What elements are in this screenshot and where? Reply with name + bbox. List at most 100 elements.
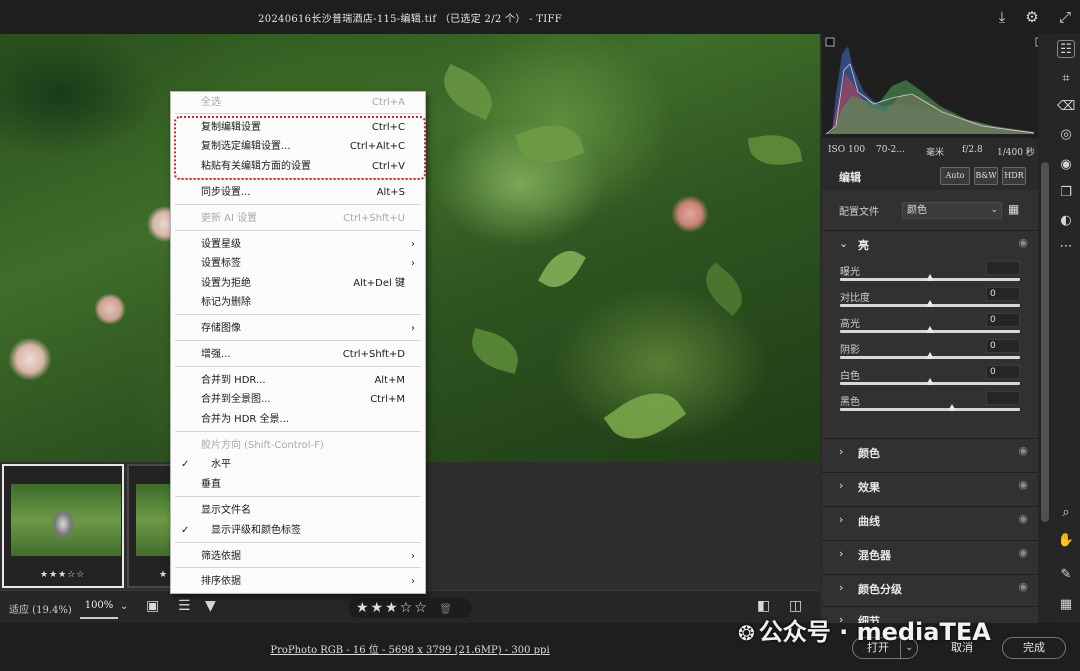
slider-value-field[interactable] bbox=[986, 261, 1020, 275]
auto-button[interactable]: Auto bbox=[940, 167, 970, 185]
gear-icon[interactable]: ⚙ bbox=[1023, 8, 1041, 26]
eye-icon[interactable]: ◉ bbox=[1018, 512, 1028, 525]
slider-track[interactable] bbox=[840, 408, 1020, 411]
menu-item[interactable]: 合并为 HDR 全景... bbox=[171, 411, 425, 429]
menu-item-label: 增强... bbox=[201, 349, 231, 360]
expand-icon[interactable]: ⤢ bbox=[1056, 8, 1074, 26]
eye-icon[interactable]: ◉ bbox=[1018, 580, 1028, 593]
zoom-100-button[interactable]: 100% bbox=[80, 595, 118, 619]
menu-item[interactable]: ✓ 水平 bbox=[171, 456, 425, 474]
section-light[interactable]: ⌄ 亮 ◉ bbox=[822, 230, 1038, 256]
section-collapsed[interactable]: › 颜色 ◉ bbox=[822, 438, 1038, 464]
leaf-shape bbox=[747, 129, 803, 171]
menu-item[interactable]: 垂直 bbox=[171, 476, 425, 494]
filmstrip-view-icon[interactable]: ▣ bbox=[146, 598, 159, 614]
menu-item[interactable]: 同步设置... Alt+S bbox=[171, 184, 425, 202]
thumbnail-rating: ★ bbox=[159, 570, 169, 580]
thumbnail-1[interactable]: ★★★☆☆ bbox=[2, 464, 124, 588]
chevron-right-icon: › bbox=[839, 445, 844, 458]
export-icon[interactable]: ⤓ bbox=[993, 8, 1011, 26]
edit-sliders-icon[interactable]: ☷ bbox=[1057, 40, 1075, 58]
section-collapsed[interactable]: › 效果 ◉ bbox=[822, 472, 1038, 498]
eye-icon[interactable]: ◉ bbox=[1018, 478, 1028, 491]
slider-row: 曝光 bbox=[822, 261, 1038, 289]
grid-icon[interactable]: ▦ bbox=[1057, 596, 1075, 614]
menu-item[interactable]: 合并到 HDR... Alt+M bbox=[171, 372, 425, 390]
menu-item-shortcut: Ctrl+Shft+D bbox=[342, 349, 405, 360]
masking-icon[interactable]: ◐ bbox=[1057, 212, 1075, 230]
menu-item[interactable]: 增强... Ctrl+Shft+D bbox=[171, 346, 425, 364]
eye-icon[interactable]: ◉ bbox=[1018, 444, 1028, 457]
histogram-graph bbox=[825, 37, 1038, 135]
sort-icon[interactable]: ☰ bbox=[178, 598, 191, 614]
delete-icon[interactable]: 🗑 bbox=[439, 604, 454, 615]
presets-icon[interactable]: ❐ bbox=[1057, 184, 1075, 202]
menu-item-label: 合并到全景图... bbox=[201, 394, 271, 405]
slider-knob[interactable] bbox=[926, 352, 934, 359]
slider-knob[interactable] bbox=[947, 404, 956, 411]
zoom-icon[interactable]: ⌕ bbox=[1057, 504, 1075, 522]
menu-item[interactable]: 合并到全景图... Ctrl+M bbox=[171, 391, 425, 409]
histogram bbox=[822, 34, 1038, 138]
menu-item[interactable]: 显示文件名 bbox=[171, 502, 425, 520]
filter-icon[interactable]: ▼ bbox=[205, 598, 216, 614]
workflow-options-link[interactable]: ProPhoto RGB - 16 位 - 5698 x 3799 (21.6M… bbox=[0, 641, 820, 656]
menu-item[interactable]: 设置为拒绝 Alt+Del 键 bbox=[171, 275, 425, 293]
eye-icon[interactable]: ◉ bbox=[1018, 236, 1028, 249]
menu-item[interactable]: 标记为删除 bbox=[171, 294, 425, 312]
profile-browser-icon[interactable]: ▦ bbox=[1008, 202, 1019, 216]
rating-control[interactable]: ★★★☆☆ 🗑 bbox=[348, 598, 472, 618]
chevron-down-icon[interactable]: ⌄ bbox=[120, 601, 128, 612]
fit-zoom-button[interactable]: 适应 (19.4%) bbox=[9, 601, 72, 616]
menu-item: 更新 AI 设置 Ctrl+Shft+U bbox=[171, 210, 425, 228]
hand-icon[interactable]: ✋ bbox=[1057, 532, 1075, 550]
hdr-button[interactable]: HDR bbox=[1002, 167, 1026, 185]
menu-separator bbox=[175, 496, 421, 497]
section-collapsed[interactable]: › 颜色分级 ◉ bbox=[822, 574, 1038, 600]
more-icon[interactable]: ⋯ bbox=[1057, 238, 1075, 256]
slider-knob[interactable] bbox=[926, 274, 934, 281]
eye-icon[interactable]: ◉ bbox=[1018, 546, 1028, 559]
menu-item[interactable]: 设置标签 › bbox=[171, 255, 425, 273]
eraser-icon[interactable]: ⌫ bbox=[1057, 98, 1075, 116]
menu-item[interactable]: 存储图像 › bbox=[171, 320, 425, 338]
profile-select[interactable]: 颜色 ⌄ bbox=[902, 202, 1002, 219]
chevron-right-icon: › bbox=[411, 551, 415, 562]
healing-icon[interactable]: ◎ bbox=[1057, 126, 1075, 144]
focal-length: 70-2... bbox=[876, 145, 905, 155]
done-button[interactable]: 完成 bbox=[1002, 637, 1066, 659]
eyedropper-icon[interactable]: ✎ bbox=[1057, 566, 1075, 584]
menu-item[interactable]: 设置星级 › bbox=[171, 236, 425, 254]
menu-item[interactable]: ✓ 显示评级和颜色标签 bbox=[171, 522, 425, 540]
slider-knob[interactable] bbox=[926, 378, 934, 385]
slider-value-field[interactable]: 0 bbox=[986, 339, 1020, 353]
menu-separator bbox=[175, 431, 421, 432]
slider-value-field[interactable]: 0 bbox=[986, 287, 1020, 301]
menu-item-shortcut: Ctrl+M bbox=[370, 394, 405, 405]
panel-scrollbar[interactable] bbox=[1038, 34, 1052, 623]
section-title: 颜色 bbox=[858, 447, 880, 460]
slider-knob[interactable] bbox=[926, 326, 934, 333]
redeye-icon[interactable]: ◉ bbox=[1057, 156, 1075, 174]
watermark-text: 公众号 · mediaTEA bbox=[758, 618, 991, 646]
rating-stars[interactable]: ★★★☆☆ bbox=[356, 600, 429, 616]
profile-label: 配置文件 bbox=[839, 207, 879, 218]
slider-value-field[interactable]: 0 bbox=[986, 313, 1020, 327]
aperture-value: f/2.8 bbox=[962, 145, 983, 155]
crop-icon[interactable]: ⌗ bbox=[1057, 70, 1075, 88]
menu-item[interactable]: 筛选依据 › bbox=[171, 548, 425, 566]
slider-value-field[interactable] bbox=[986, 391, 1020, 405]
menu-item-label: 筛选依据 bbox=[201, 551, 241, 562]
bw-button[interactable]: B&W bbox=[974, 167, 998, 185]
thumbnail-2[interactable]: ★ bbox=[127, 464, 173, 588]
chevron-right-icon: › bbox=[411, 258, 415, 269]
slider-knob[interactable] bbox=[926, 300, 934, 307]
menu-item[interactable]: 排序依据 › bbox=[171, 573, 425, 591]
section-collapsed[interactable]: › 混色器 ◉ bbox=[822, 540, 1038, 566]
scrollbar-thumb[interactable] bbox=[1041, 162, 1049, 522]
tool-strip: ☷ ⌗ ⌫ ◎ ◉ ❐ ◐ ⋯ ⌕ ✋ ✎ ▦ bbox=[1052, 34, 1080, 623]
menu-item-label: 显示评级和颜色标签 bbox=[211, 525, 301, 536]
menu-item-shortcut: Ctrl+A bbox=[371, 97, 405, 108]
section-collapsed[interactable]: › 曲线 ◉ bbox=[822, 506, 1038, 532]
slider-value-field[interactable]: 0 bbox=[986, 365, 1020, 379]
